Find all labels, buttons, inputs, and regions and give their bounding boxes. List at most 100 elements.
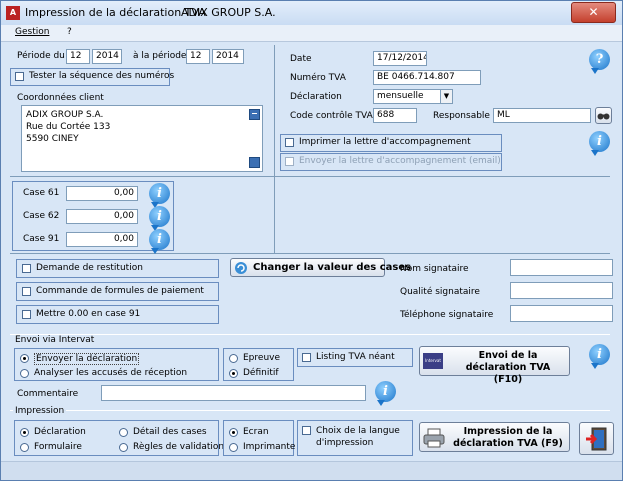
declaration-radio-label: Déclaration bbox=[34, 427, 86, 437]
imprimante-radio[interactable] bbox=[229, 443, 238, 452]
info-icon[interactable]: i bbox=[589, 344, 610, 369]
epreuve-radio[interactable] bbox=[229, 354, 238, 363]
langue-label-line1: Choix de la langue bbox=[316, 426, 400, 436]
declaration-select[interactable]: mensuelle ▼ bbox=[373, 89, 453, 104]
info-icon[interactable]: i bbox=[149, 206, 170, 231]
commentaire-input[interactable] bbox=[101, 385, 366, 401]
letter-checkbox[interactable] bbox=[285, 138, 294, 147]
menu-bar: Gestion ? bbox=[1, 25, 622, 42]
changer-valeur-button[interactable]: Changer la valeur des cases bbox=[230, 258, 411, 277]
window-title: Impression de la déclaration TVA bbox=[25, 6, 206, 19]
case-61-label: Case 61 bbox=[23, 188, 60, 198]
exit-door-icon bbox=[586, 427, 607, 451]
letter-label: Imprimer la lettre d'accompagnement bbox=[299, 137, 471, 147]
scroll-resize-button[interactable] bbox=[249, 157, 260, 168]
qualite-signataire-input[interactable] bbox=[510, 282, 613, 299]
commentaire-label: Commentaire bbox=[17, 389, 79, 399]
chevron-down-icon[interactable]: ▼ bbox=[440, 90, 452, 103]
exit-button[interactable] bbox=[579, 422, 614, 455]
client-address-textarea[interactable]: ADIX GROUP S.A. Rue du Cortée 133 5590 C… bbox=[21, 105, 263, 172]
separator bbox=[10, 334, 610, 335]
definitif-radio[interactable] bbox=[229, 369, 238, 378]
detail-cases-radio[interactable] bbox=[119, 428, 128, 437]
langue-box[interactable]: Choix de la langue d'impression bbox=[297, 420, 413, 456]
responsable-input[interactable]: ML bbox=[493, 108, 591, 123]
case-91-input[interactable]: 0,00 bbox=[66, 232, 138, 247]
letter-box[interactable]: Imprimer la lettre d'accompagnement bbox=[280, 134, 502, 152]
declaration-select-value: mensuelle bbox=[377, 91, 424, 101]
client-line: 5590 CINEY bbox=[26, 134, 79, 144]
listing-box[interactable]: Listing TVA néant bbox=[297, 348, 413, 367]
periode-to-year-input[interactable]: 2014 bbox=[212, 49, 244, 64]
epreuve-label: Epreuve bbox=[243, 353, 281, 363]
periode-from-year-input[interactable]: 2014 bbox=[92, 49, 122, 64]
menu-gestion[interactable]: Gestion bbox=[15, 27, 49, 37]
commande-label: Commande de formules de paiement bbox=[36, 286, 204, 296]
email-label: Envoyer la lettre d'accompagnement (emai… bbox=[299, 156, 501, 166]
envoi-button-line1: Envoi de la déclaration TVA bbox=[465, 350, 551, 373]
info-icon[interactable]: i bbox=[149, 229, 170, 254]
case-62-label: Case 62 bbox=[23, 211, 60, 221]
case-62-input[interactable]: 0,00 bbox=[66, 209, 138, 224]
info-icon[interactable]: i bbox=[589, 131, 610, 156]
commande-box[interactable]: Commande de formules de paiement bbox=[16, 282, 219, 301]
impression-output-box: Ecran Imprimante bbox=[223, 420, 295, 456]
langue-checkbox[interactable] bbox=[302, 426, 311, 435]
formulaire-label: Formulaire bbox=[34, 442, 82, 452]
tester-sequence-checkbox[interactable] bbox=[15, 72, 24, 81]
email-checkbox[interactable] bbox=[285, 157, 294, 166]
separator bbox=[10, 410, 610, 411]
help-icon[interactable]: ? bbox=[589, 49, 610, 74]
date-input[interactable]: 17/12/2014 bbox=[373, 51, 427, 66]
cases-box: Case 61 0,00 i Case 62 0,00 i Case 91 0,… bbox=[12, 181, 174, 254]
impression-group-title: Impression bbox=[13, 406, 67, 416]
date-label: Date bbox=[290, 54, 312, 64]
responsable-label: Responsable bbox=[433, 111, 490, 121]
periode-to-month-input[interactable]: 12 bbox=[186, 49, 210, 64]
commande-checkbox[interactable] bbox=[22, 287, 31, 296]
binoculars-icon bbox=[597, 113, 610, 120]
regles-validation-radio[interactable] bbox=[119, 443, 128, 452]
declaration-radio[interactable] bbox=[20, 428, 29, 437]
mettre-label: Mettre 0.00 en case 91 bbox=[36, 309, 141, 319]
main-window: A Impression de la déclaration TVA ADIX … bbox=[0, 0, 623, 481]
impression-declaration-button[interactable]: Impression de la déclaration TVA (F9) bbox=[419, 422, 570, 452]
tva-number-input[interactable]: BE 0466.714.807 bbox=[373, 70, 481, 85]
case-61-input[interactable]: 0,00 bbox=[66, 186, 138, 201]
scroll-up-button[interactable] bbox=[249, 109, 260, 120]
envoi-declaration-button[interactable]: Intervat Envoi de la déclaration TVA (F1… bbox=[419, 346, 570, 385]
info-icon[interactable]: i bbox=[375, 381, 396, 406]
restitution-checkbox[interactable] bbox=[22, 264, 31, 273]
refresh-icon bbox=[235, 262, 247, 274]
envoi-button-line2: (F10) bbox=[493, 374, 523, 385]
envoyer-radio[interactable] bbox=[20, 354, 29, 363]
tester-sequence-box[interactable]: Tester la séquence des numéros bbox=[10, 68, 174, 86]
listing-label: Listing TVA néant bbox=[316, 352, 395, 362]
ecran-radio[interactable] bbox=[229, 428, 238, 437]
info-icon[interactable]: i bbox=[149, 183, 170, 208]
code-controle-input[interactable]: 688 bbox=[373, 108, 417, 123]
periode-from-label: Période du bbox=[17, 51, 65, 61]
envoi-mode-box: Envoyer la déclaration Analyser les accu… bbox=[14, 348, 219, 381]
binoculars-button[interactable] bbox=[595, 107, 612, 124]
restitution-box[interactable]: Demande de restitution bbox=[16, 259, 219, 278]
printer-icon bbox=[423, 428, 445, 448]
analyser-label: Analyser les accusés de réception bbox=[34, 368, 188, 378]
company-name: ADIX GROUP S.A. bbox=[181, 6, 276, 19]
envoyer-label: Envoyer la déclaration bbox=[34, 353, 140, 365]
mettre-box[interactable]: Mettre 0.00 en case 91 bbox=[16, 305, 219, 324]
menu-help[interactable]: ? bbox=[67, 27, 72, 37]
periode-from-month-input[interactable]: 12 bbox=[66, 49, 90, 64]
analyser-radio[interactable] bbox=[20, 369, 29, 378]
telephone-signataire-input[interactable] bbox=[510, 305, 613, 322]
mettre-checkbox[interactable] bbox=[22, 310, 31, 319]
client-line: ADIX GROUP S.A. bbox=[26, 110, 104, 120]
close-button[interactable]: ✕ bbox=[571, 2, 616, 23]
tva-number-label: Numéro TVA bbox=[290, 73, 346, 83]
listing-checkbox[interactable] bbox=[302, 353, 311, 362]
tester-sequence-label: Tester la séquence des numéros bbox=[29, 71, 175, 81]
formulaire-radio[interactable] bbox=[20, 443, 29, 452]
declaration-label: Déclaration bbox=[290, 92, 342, 102]
nom-signataire-input[interactable] bbox=[510, 259, 613, 276]
email-box: Envoyer la lettre d'accompagnement (emai… bbox=[280, 153, 502, 171]
